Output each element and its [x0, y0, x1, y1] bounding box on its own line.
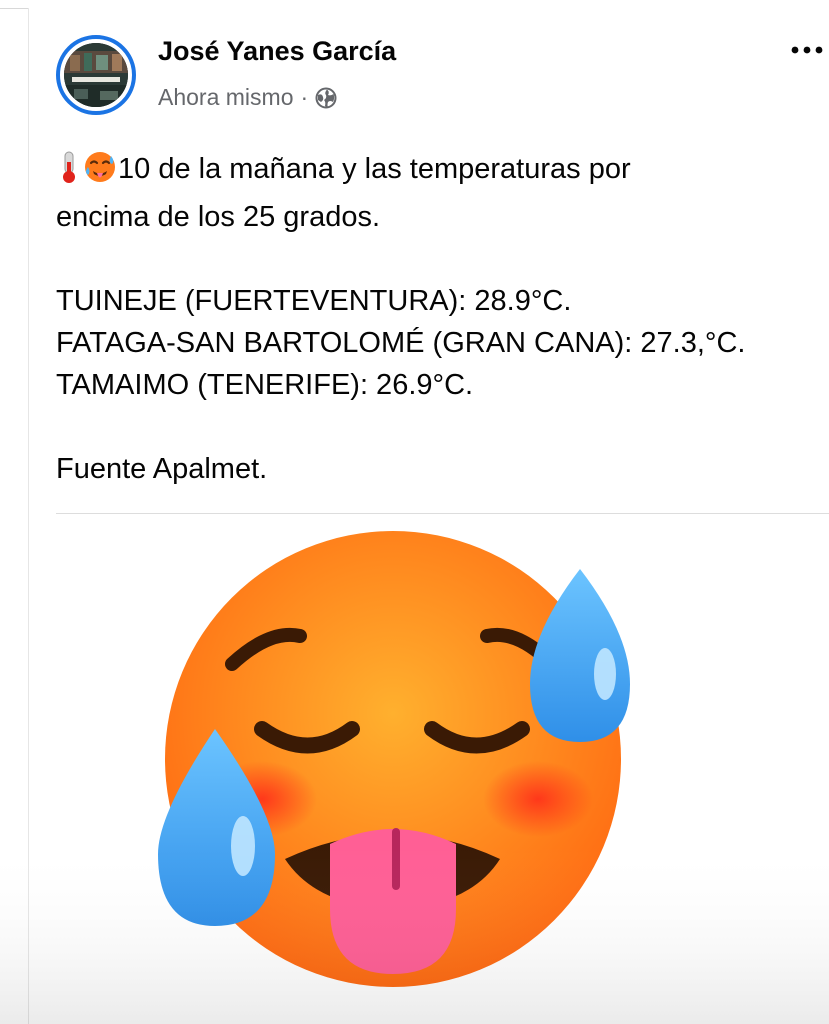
post-text-line: encima de los 25 grados.	[56, 201, 381, 233]
temperature-reading: TUINEJE (FUERTEVENTURA): 28.9°C.	[56, 285, 572, 317]
hot-face-emoji-large	[0, 531, 829, 1024]
screenshot-frame: José Yanes García Ahora mismo · 10 de la…	[0, 0, 829, 1024]
post-timestamp[interactable]: Ahora mismo	[158, 84, 293, 111]
temperature-reading: FATAGA-SAN BARTOLOMÉ (GRAN CANA): 27.3,°…	[56, 327, 746, 359]
author-name[interactable]: José Yanes García	[158, 36, 396, 67]
thermometer-emoji	[56, 150, 82, 196]
meta-separator: ·	[300, 84, 309, 110]
post-text-line: 10 de la mañana y las temperaturas por	[118, 153, 631, 185]
post-meta: Ahora mismo ·	[158, 84, 337, 111]
globe-icon[interactable]	[315, 87, 337, 109]
temperature-reading: TAMAIMO (TENERIFE): 26.9°C.	[56, 369, 474, 401]
hot-face-emoji	[82, 150, 118, 196]
post-media-hot-face-emoji[interactable]	[0, 514, 829, 1024]
avatar-photo-icon	[64, 43, 128, 107]
more-options-icon[interactable]	[788, 38, 826, 62]
emoji-blush-right	[483, 761, 593, 837]
post-body: 10 de la mañana y las temperaturas por e…	[56, 148, 826, 490]
avatar-image	[64, 43, 128, 107]
author-avatar[interactable]	[56, 35, 136, 115]
post-line-intro: 10 de la mañana y las temperaturas por	[56, 148, 826, 196]
media-bottom-shade	[0, 844, 829, 1024]
post-source: Fuente Apalmet.	[56, 453, 268, 485]
